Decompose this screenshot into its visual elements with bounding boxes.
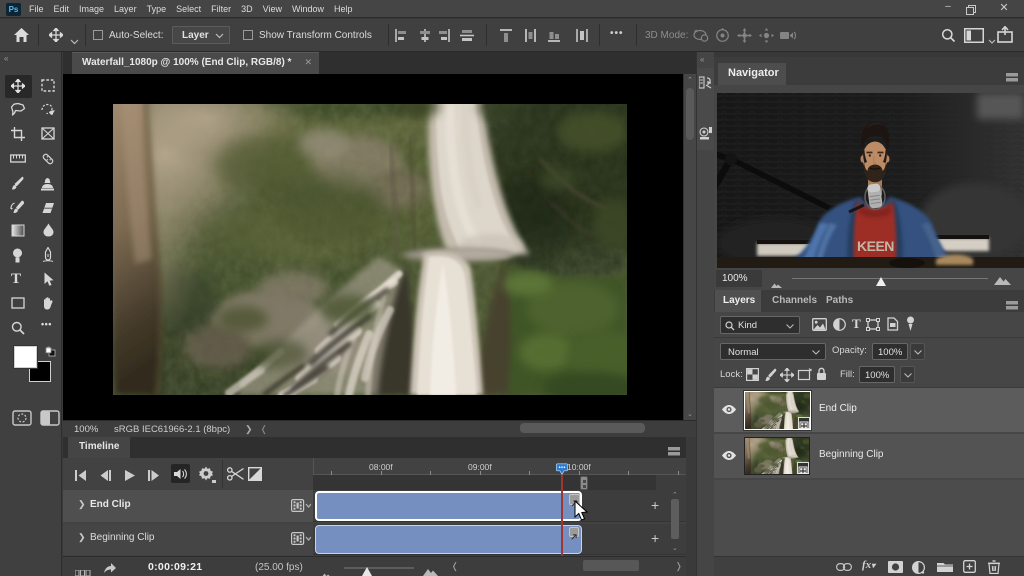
svg-text:KEEN: KEEN xyxy=(857,238,894,254)
